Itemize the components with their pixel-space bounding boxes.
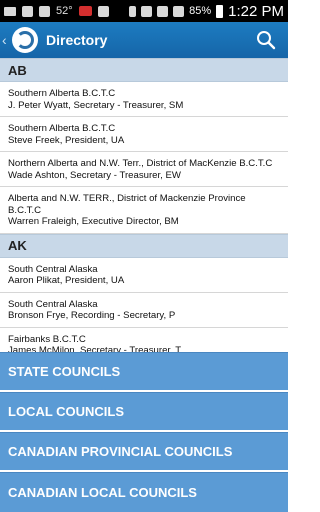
search-icon[interactable]	[248, 22, 284, 58]
page-title: Directory	[46, 32, 108, 48]
item-detail: Wade Ashton, Secretary - Treasurer, EW	[8, 169, 181, 181]
gallery-icon	[22, 5, 33, 17]
item-name: Southern Alberta B.C.T.C	[8, 123, 116, 134]
directory-list[interactable]: AB Southern Alberta B.C.T.C J. Peter Wya…	[0, 58, 288, 363]
item-detail: Bronson Frye, Recording - Secretary, P	[8, 310, 176, 321]
item-name: Alberta and N.W. TERR., District of Mack…	[8, 193, 246, 216]
canadian-local-councils-button[interactable]: CANADIAN LOCAL COUNCILS	[0, 472, 288, 512]
list-item[interactable]: Northern Alberta and N.W. Terr., Distric…	[0, 152, 288, 187]
list-item[interactable]: Southern Alberta B.C.T.C J. Peter Wyatt,…	[0, 82, 288, 117]
wifi-icon	[157, 5, 169, 17]
list-item[interactable]: South Central Alaska Bronson Frye, Recor…	[0, 292, 288, 328]
item-detail: J. Peter Wyatt, Secretary - Treasurer, S…	[8, 99, 184, 111]
state-councils-button[interactable]: STATE COUNCILS	[0, 352, 288, 390]
clock: 1:22 PM	[228, 2, 284, 20]
section-header-ab: AB	[0, 58, 288, 82]
signal-icon	[173, 5, 185, 17]
list-item[interactable]: South Central Alaska Aaron Plikat, Presi…	[0, 257, 288, 293]
email-icon	[4, 6, 16, 16]
item-detail: Warren Fraleigh, Executive Director, BM	[8, 216, 179, 227]
action-bar: ‹ Directory	[0, 22, 288, 58]
mute-icon	[141, 5, 153, 17]
item-name: Northern Alberta and N.W. Terr., Distric…	[8, 158, 273, 169]
section-header-ak: AK	[0, 233, 288, 258]
item-name: South Central Alaska	[8, 263, 98, 275]
item-detail: Aaron Plikat, President, UA	[8, 275, 125, 286]
list-item[interactable]: Southern Alberta B.C.T.C Steve Freek, Pr…	[0, 117, 288, 152]
back-chevron-icon[interactable]: ‹	[2, 32, 11, 48]
list-item[interactable]: Alberta and N.W. TERR., District of Mack…	[0, 187, 288, 234]
item-name: Fairbanks B.C.T.C	[8, 333, 86, 345]
battery-percent: 85%	[189, 5, 212, 17]
status-bar: 52° 85% 1:22 PM	[0, 0, 288, 22]
recording-icon	[78, 6, 92, 16]
bluetooth-icon	[129, 5, 137, 17]
item-name: South Central Alaska	[8, 298, 98, 310]
item-name: Southern Alberta B.C.T.C	[8, 88, 116, 99]
app-logo-icon[interactable]	[12, 27, 38, 53]
canadian-provincial-councils-button[interactable]: CANADIAN PROVINCIAL COUNCILS	[0, 432, 288, 470]
weather-icon	[39, 5, 50, 17]
battery-icon	[216, 4, 224, 18]
download-icon	[97, 5, 109, 17]
temperature-text: 52°	[56, 5, 73, 17]
local-councils-button[interactable]: LOCAL COUNCILS	[0, 392, 288, 430]
item-detail: Steve Freek, President, UA	[8, 134, 125, 146]
